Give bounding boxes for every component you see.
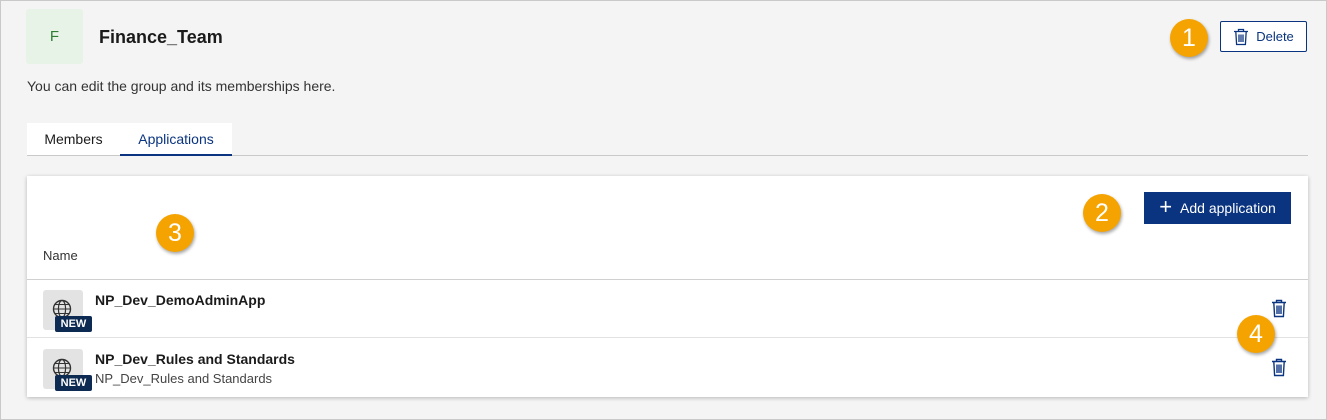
tab-label: Applications xyxy=(138,130,214,147)
app-icon: NEW xyxy=(43,349,92,391)
tab-members[interactable]: Members xyxy=(27,123,120,155)
plus-icon: + xyxy=(1159,194,1173,219)
tab-label: Members xyxy=(44,131,103,147)
tab-applications[interactable]: Applications xyxy=(120,123,232,156)
page-title: Finance_Team xyxy=(99,27,223,47)
group-description: You can edit the group and its membershi… xyxy=(27,78,336,94)
table-row[interactable]: NEW NP_Dev_DemoAdminApp xyxy=(27,280,1308,338)
delete-button[interactable]: Delete xyxy=(1220,21,1307,52)
tab-bar: Members Applications xyxy=(27,123,1308,156)
callout-badge-3: 3 xyxy=(156,214,194,252)
table-row[interactable]: NEW NP_Dev_Rules and Standards NP_Dev_Ru… xyxy=(27,339,1308,397)
group-avatar: F xyxy=(26,9,83,64)
trash-icon xyxy=(1272,358,1286,377)
remove-application-button[interactable] xyxy=(1271,358,1287,377)
trash-icon xyxy=(1272,299,1286,318)
remove-application-button[interactable] xyxy=(1271,299,1287,318)
application-name: NP_Dev_Rules and Standards xyxy=(95,351,295,367)
group-detail-page: F Finance_Team Delete 1 You can edit the… xyxy=(0,0,1327,420)
application-subtitle: NP_Dev_Rules and Standards xyxy=(95,371,273,386)
avatar-letter: F xyxy=(49,28,60,45)
delete-button-label: Delete xyxy=(1256,29,1294,44)
application-name: NP_Dev_DemoAdminApp xyxy=(95,292,266,308)
trash-icon xyxy=(1234,28,1249,45)
add-application-label: Add application xyxy=(1180,200,1276,216)
app-icon: NEW xyxy=(43,290,92,332)
new-badge: NEW xyxy=(55,375,92,391)
callout-badge-1: 1 xyxy=(1170,19,1208,57)
callout-badge-2: 2 xyxy=(1083,194,1121,232)
callout-badge-4: 4 xyxy=(1237,315,1275,353)
add-application-button[interactable]: + Add application xyxy=(1144,192,1291,224)
new-badge: NEW xyxy=(55,316,92,332)
column-header-name[interactable]: Name xyxy=(43,248,78,263)
